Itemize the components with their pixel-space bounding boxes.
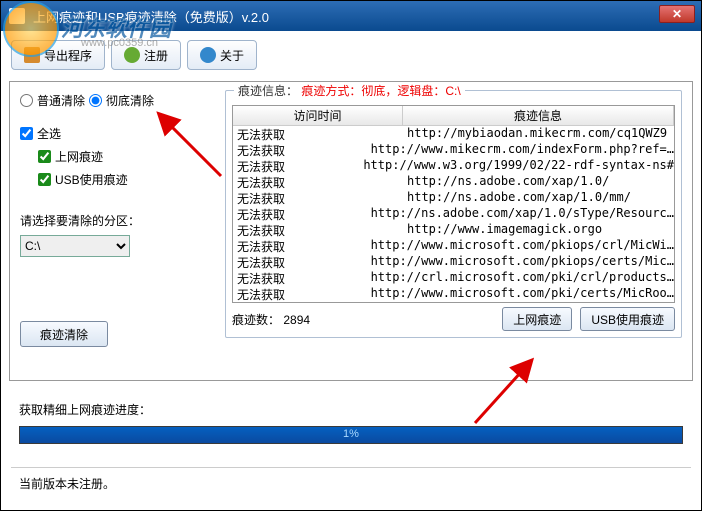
trace-count-label: 痕迹数： [232,313,280,327]
table-row[interactable]: 无法获取http://crl.microsoft.com/pki/crl/pro… [233,270,674,286]
register-icon [124,47,140,63]
about-icon [200,47,216,63]
cell-time: 无法获取 [233,190,403,206]
cell-time: 无法获取 [233,206,367,222]
mode-deep-radio[interactable]: 彻底清除 [89,92,154,109]
cell-time: 无法获取 [233,222,403,238]
trace-count: 痕迹数： 2894 [232,311,310,328]
trace-legend: 痕迹信息： 痕迹方式：彻底，逻辑盘：C:\ [234,82,465,99]
table-row[interactable]: 无法获取http://ns.adobe.com/xap/1.0/sType/Re… [233,206,674,222]
progress-bar: 1% [19,426,683,444]
title-bar: 上网痕迹和USB痕迹清除（免费版）v.2.0 ✕ [1,1,701,31]
table-row[interactable]: 无法获取http://www.mikecrm.com/indexForm.php… [233,142,674,158]
exit-icon [24,47,40,63]
table-row[interactable]: 无法获取http://ns.adobe.com/xap/1.0/mm/ [233,190,674,206]
table-row[interactable]: 无法获取http://www.imagemagick.orgo [233,222,674,238]
trace-type-list: 上网痕迹 USB使用痕迹 [38,148,210,188]
web-trace-button[interactable]: 上网痕迹 [502,307,572,331]
cell-time: 无法获取 [233,286,367,302]
mode-deep-label: 彻底清除 [106,92,154,109]
separator [11,467,691,468]
main-panel: 普通清除 彻底清除 全选 上网痕迹 USB使用痕迹 [9,81,693,381]
cell-url: http://www.w3.org/1999/02/22-rdf-syntax-… [359,158,674,174]
cell-url: http://www.microsoft.com/pkiops/crl/MicW… [367,238,674,254]
mode-deep-input[interactable] [89,94,102,107]
cell-url: http://ns.adobe.com/xap/1.0/mm/ [403,190,674,206]
cell-url: http://www.microsoft.com/pki/certs/MicRo… [367,286,674,302]
progress-area: 获取精细上网痕迹进度： 1% [19,401,683,444]
usb-trace-label: USB使用痕迹 [55,171,128,188]
table-row[interactable]: 无法获取http://ns.adobe.com/xap/1.0/ [233,174,674,190]
cell-url: http://ns.adobe.com/xap/1.0/sType/Resour… [367,206,674,222]
col-info-header[interactable]: 痕迹信息 [403,106,674,125]
exit-button[interactable]: 导出程序 [11,40,105,70]
cell-url: http://www.imagemagick.orgo [403,222,674,238]
web-trace-input[interactable] [38,150,51,163]
clear-traces-button[interactable]: 痕迹清除 [20,321,108,347]
table-row[interactable]: 无法获取http://www.w3.org/1999/02/22-rdf-syn… [233,158,674,174]
mode-row: 普通清除 彻底清除 [20,92,210,109]
trace-table-body[interactable]: 无法获取http://mybiaodan.mikecrm.com/cq1QWZ9… [233,126,674,302]
progress-percent: 1% [343,428,359,440]
usb-trace-button[interactable]: USB使用痕迹 [580,307,675,331]
cell-time: 无法获取 [233,174,403,190]
web-trace-label: 上网痕迹 [55,148,103,165]
cell-time: 无法获取 [233,238,367,254]
cell-time: 无法获取 [233,270,367,286]
trace-groupbox: 痕迹信息： 痕迹方式：彻底，逻辑盘：C:\ 访问时间 痕迹信息 无法获取http… [225,90,682,338]
register-label: 注册 [144,47,168,64]
toolbar: 导出程序 注册 关于 [1,31,701,79]
cell-time: 无法获取 [233,142,367,158]
close-icon: ✕ [672,7,682,21]
select-all-label: 全选 [37,125,61,142]
cell-url: http://www.microsoft.com/pkiops/certs/Mi… [367,254,674,270]
cell-url: http://mybiaodan.mikecrm.com/cq1QWZ9 [403,126,674,142]
usb-trace-checkbox[interactable]: USB使用痕迹 [38,171,210,188]
web-trace-checkbox[interactable]: 上网痕迹 [38,148,210,165]
select-all-checkbox[interactable]: 全选 [20,125,210,142]
trace-count-value: 2894 [283,313,310,327]
app-icon [9,8,25,24]
drive-select[interactable]: C:\ [20,235,130,257]
trace-table-header: 访问时间 痕迹信息 [233,106,674,126]
cell-time: 无法获取 [233,126,403,142]
cell-time: 无法获取 [233,254,367,270]
close-button[interactable]: ✕ [659,5,695,23]
app-window: 河东软件园 www.pc0359.cn 上网痕迹和USB痕迹清除（免费版）v.2… [0,0,702,511]
progress-label: 获取精细上网痕迹进度： [19,401,683,418]
window-title: 上网痕迹和USB痕迹清除（免费版）v.2.0 [33,7,269,26]
trace-panel: 痕迹信息： 痕迹方式：彻底，逻辑盘：C:\ 访问时间 痕迹信息 无法获取http… [225,90,682,370]
about-button[interactable]: 关于 [187,40,257,70]
cell-url: http://www.mikecrm.com/indexForm.php?ref… [367,142,674,158]
cell-url: http://ns.adobe.com/xap/1.0/ [403,174,674,190]
col-time-header[interactable]: 访问时间 [233,106,403,125]
select-all-input[interactable] [20,127,33,140]
table-row[interactable]: 无法获取http://www.microsoft.com/pki/certs/M… [233,286,674,302]
trace-footer: 痕迹数： 2894 上网痕迹 USB使用痕迹 [232,307,675,331]
trace-legend-mode: 痕迹方式：彻底，逻辑盘：C:\ [301,84,460,98]
options-panel: 普通清除 彻底清除 全选 上网痕迹 USB使用痕迹 [20,92,210,347]
exit-label: 导出程序 [44,47,92,64]
mode-normal-input[interactable] [20,94,33,107]
cell-time: 无法获取 [233,158,359,174]
mode-normal-label: 普通清除 [37,92,85,109]
table-row[interactable]: 无法获取http://www.microsoft.com/pkiops/cert… [233,254,674,270]
usb-trace-input[interactable] [38,173,51,186]
drive-label: 请选择要清除的分区： [20,212,210,229]
cell-url: http://crl.microsoft.com/pki/crl/product… [367,270,674,286]
trace-table: 访问时间 痕迹信息 无法获取http://mybiaodan.mikecrm.c… [232,105,675,303]
status-text: 当前版本未注册。 [19,475,115,492]
about-label: 关于 [220,47,244,64]
register-button[interactable]: 注册 [111,40,181,70]
mode-normal-radio[interactable]: 普通清除 [20,92,85,109]
table-row[interactable]: 无法获取http://mybiaodan.mikecrm.com/cq1QWZ9 [233,126,674,142]
table-row[interactable]: 无法获取http://www.microsoft.com/pkiops/crl/… [233,238,674,254]
trace-legend-prefix: 痕迹信息： [238,84,298,98]
